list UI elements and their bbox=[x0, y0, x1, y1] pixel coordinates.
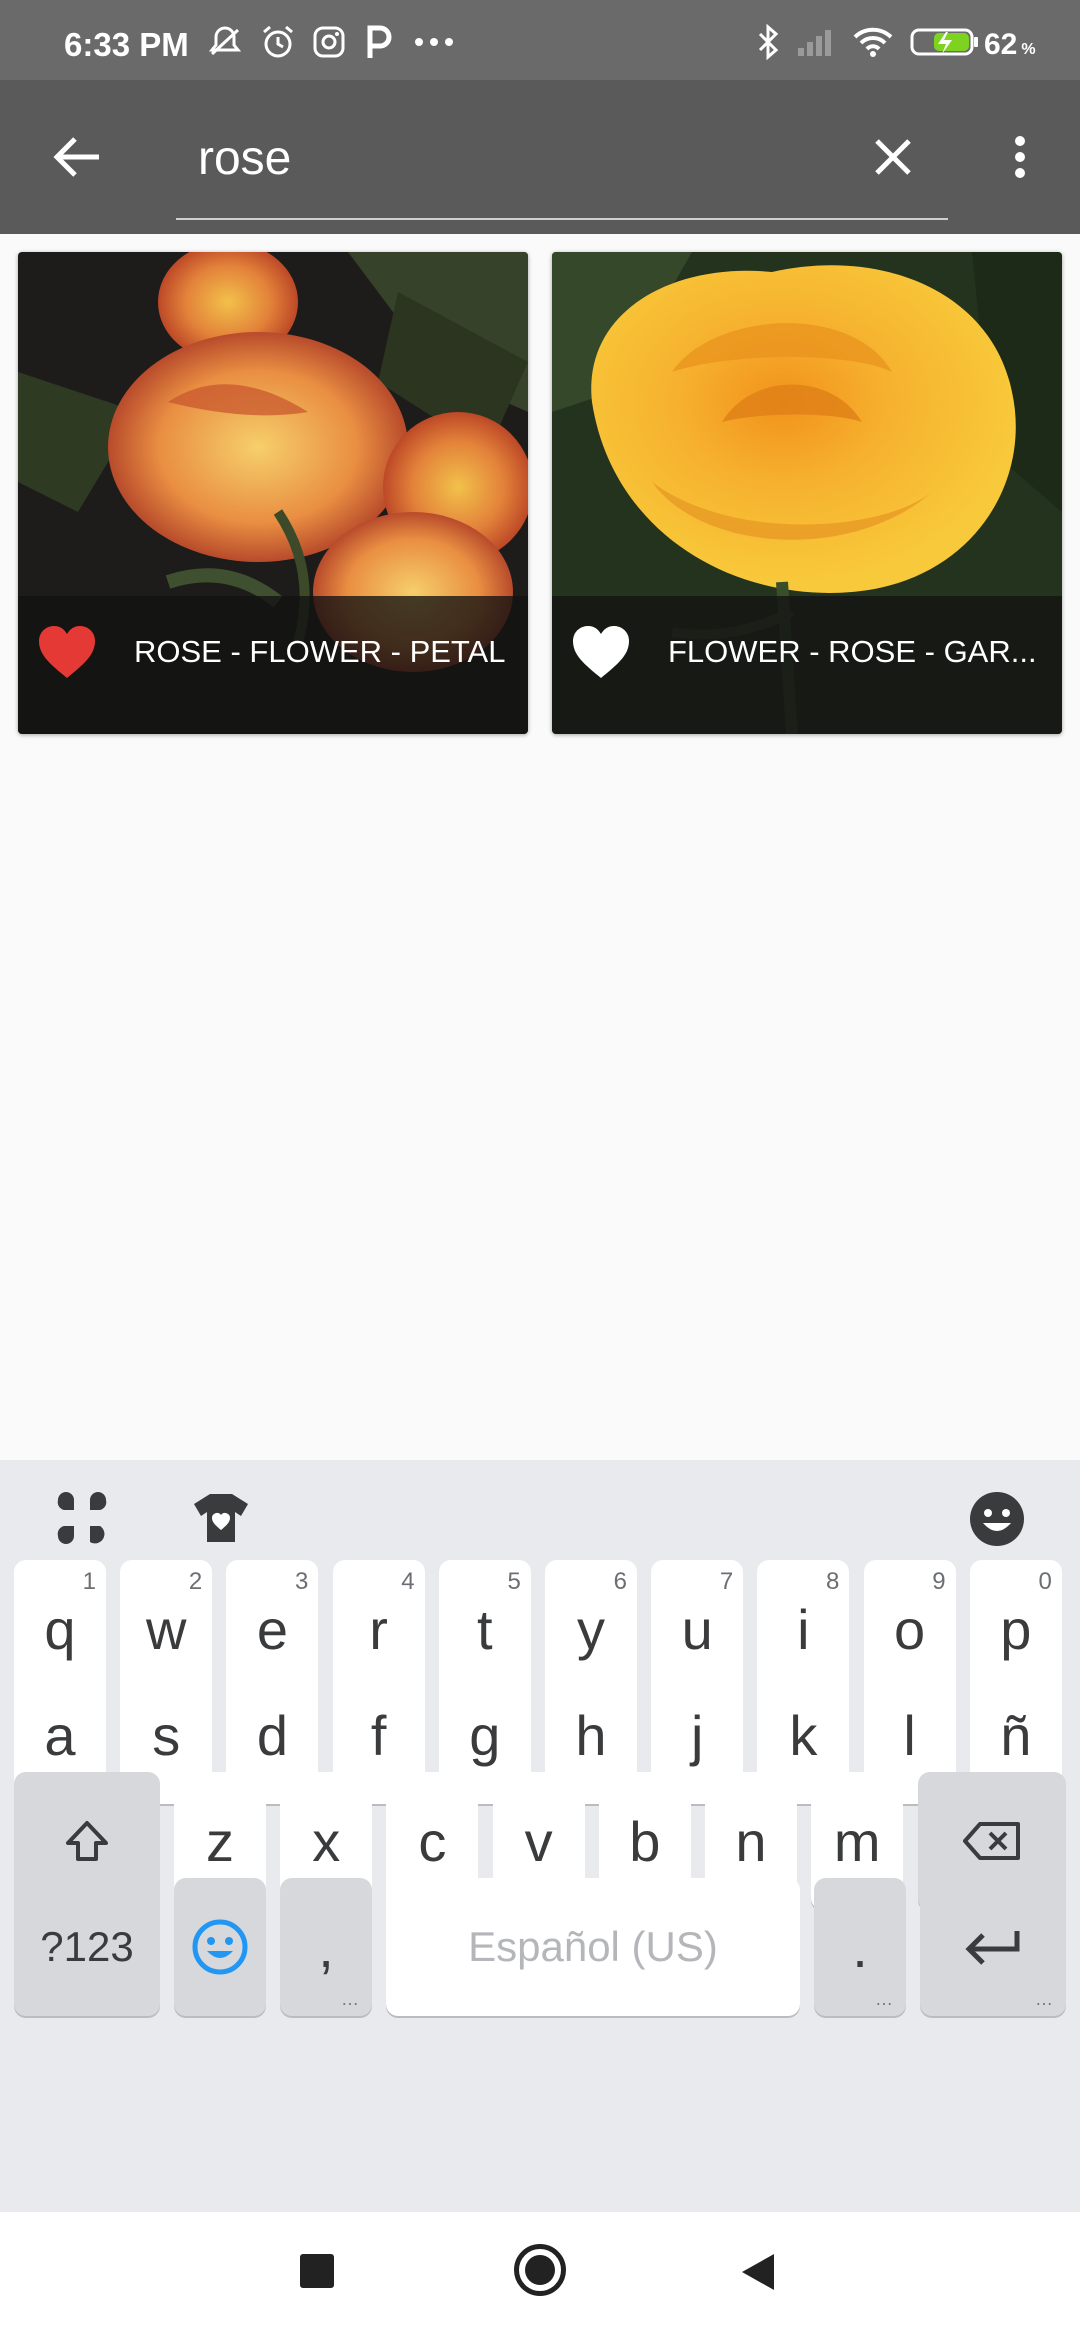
key-label: n bbox=[735, 1809, 767, 1873]
space-key[interactable]: Español (US) bbox=[386, 1878, 800, 2016]
back-arrow-icon[interactable] bbox=[44, 124, 110, 190]
recents-icon[interactable] bbox=[300, 2254, 334, 2288]
home-icon[interactable] bbox=[514, 2244, 566, 2296]
key-label: d bbox=[256, 1703, 288, 1767]
key-label: u bbox=[681, 1597, 713, 1661]
key-label: k bbox=[789, 1703, 818, 1767]
key-hint: 9 bbox=[932, 1568, 946, 1595]
search-input[interactable] bbox=[198, 128, 838, 188]
key-label: e bbox=[256, 1597, 288, 1661]
instagram-icon bbox=[312, 24, 346, 60]
key-label: q bbox=[44, 1597, 76, 1661]
status-bar: 6:33 PM 62% bbox=[0, 0, 1080, 80]
result-card[interactable]: FLOWER - ROSE - GAR... bbox=[552, 252, 1062, 734]
back-triangle-icon[interactable] bbox=[740, 2252, 776, 2297]
key-hint: 3 bbox=[295, 1568, 309, 1595]
key-label: y bbox=[577, 1597, 605, 1661]
theme-shirt-icon[interactable] bbox=[192, 1490, 248, 1546]
result-card[interactable]: ROSE - FLOWER - PETAL bbox=[18, 252, 528, 734]
key-label: j bbox=[690, 1703, 704, 1767]
bluetooth-icon bbox=[756, 24, 780, 60]
navigation-bar bbox=[0, 2212, 1080, 2340]
shift-icon bbox=[66, 1821, 108, 1861]
key-hint: 5 bbox=[507, 1568, 521, 1595]
close-icon[interactable] bbox=[860, 124, 926, 190]
key-label: w bbox=[145, 1597, 187, 1661]
key-label: ñ bbox=[1000, 1703, 1032, 1767]
key-label: f bbox=[370, 1703, 387, 1767]
key-label: g bbox=[469, 1703, 501, 1767]
search-toolbar bbox=[0, 80, 1080, 234]
key-label: x bbox=[312, 1809, 341, 1873]
signal-icon bbox=[796, 24, 836, 60]
period-label: . bbox=[852, 1915, 868, 1979]
card-caption-bar: ROSE - FLOWER - PETAL bbox=[18, 596, 528, 734]
backspace-icon bbox=[963, 1822, 1020, 1860]
key-label: c bbox=[418, 1809, 447, 1873]
key-label: r bbox=[369, 1597, 388, 1661]
card-caption-bar: FLOWER - ROSE - GAR... bbox=[552, 596, 1062, 734]
search-underline bbox=[176, 218, 948, 220]
emoji-icon[interactable] bbox=[968, 1490, 1024, 1546]
key-label: z bbox=[206, 1809, 234, 1873]
symbols-label: ?123 bbox=[40, 1923, 134, 1970]
key-label: a bbox=[44, 1703, 76, 1767]
status-time: 6:33 PM bbox=[64, 26, 189, 63]
key-label: m bbox=[833, 1809, 881, 1873]
more-dots-icon bbox=[414, 24, 454, 60]
symbols-key[interactable]: ?123 bbox=[14, 1878, 160, 2016]
key-hint: 1 bbox=[82, 1568, 96, 1595]
key-label: v bbox=[524, 1809, 553, 1873]
mute-icon bbox=[206, 24, 244, 60]
enter-key[interactable]: … bbox=[920, 1878, 1066, 2016]
battery-charging-icon bbox=[910, 24, 980, 60]
more-dots: … bbox=[1035, 1989, 1054, 2009]
key-label: t bbox=[477, 1597, 493, 1661]
result-tags: ROSE - FLOWER - PETAL bbox=[134, 634, 506, 669]
emoji-key[interactable] bbox=[174, 1878, 266, 2016]
key-hint: 0 bbox=[1038, 1568, 1052, 1595]
smiley-icon bbox=[192, 1919, 248, 1975]
alarm-icon bbox=[260, 24, 296, 60]
wifi-icon bbox=[852, 24, 894, 60]
key-hint: 4 bbox=[401, 1568, 415, 1595]
soft-keyboard: q 1 w 2 e 3 r 4 t 5 y 6 u 7 i 8 o 9 p 0 a s d f g h j k l ñ z x c v b n m ?12… bbox=[0, 1460, 1080, 2212]
parking-icon bbox=[364, 24, 394, 60]
key-label: o bbox=[894, 1597, 926, 1661]
enter-icon bbox=[965, 1931, 1020, 1965]
key-hint: 8 bbox=[826, 1568, 840, 1595]
key-hint: 7 bbox=[719, 1568, 734, 1595]
comma-key[interactable]: ,… bbox=[280, 1878, 372, 2016]
comma-label: , bbox=[318, 1915, 334, 1979]
key-label: i bbox=[797, 1597, 810, 1661]
result-tags: FLOWER - ROSE - GAR... bbox=[668, 634, 1037, 669]
heart-filled-icon[interactable] bbox=[570, 624, 632, 680]
key-hint: 6 bbox=[613, 1568, 627, 1595]
key-hint: 2 bbox=[188, 1568, 203, 1595]
key-label: h bbox=[575, 1703, 607, 1767]
more-vert-icon[interactable] bbox=[998, 124, 1042, 190]
key-label: l bbox=[903, 1703, 916, 1767]
period-key[interactable]: .… bbox=[814, 1878, 906, 2016]
more-dots: … bbox=[875, 1989, 894, 2009]
key-label: p bbox=[1000, 1597, 1032, 1661]
heart-filled-icon[interactable] bbox=[36, 624, 98, 680]
apps-icon[interactable] bbox=[54, 1490, 110, 1546]
battery-level: 62% bbox=[984, 28, 1036, 61]
key-label: s bbox=[152, 1703, 181, 1767]
key-label: b bbox=[629, 1809, 661, 1873]
more-dots: … bbox=[341, 1989, 360, 2009]
space-label: Español (US) bbox=[468, 1923, 718, 1970]
